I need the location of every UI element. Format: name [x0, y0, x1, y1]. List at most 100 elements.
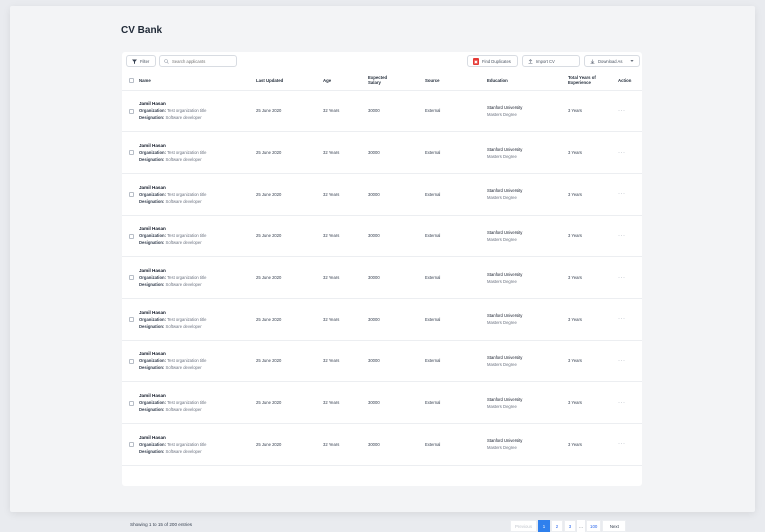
header-action: Action [618, 71, 642, 91]
cell-salary: 30000 [368, 423, 425, 466]
header-source[interactable]: Source [425, 71, 487, 91]
table-row[interactable]: Jamil Hasan Organization: Test organizati… [122, 340, 642, 383]
applicant-name[interactable]: Jamil Hasan [139, 184, 256, 191]
organization-line: Organization: Test organization title [139, 149, 256, 156]
table-row[interactable]: Jamil Hasan Organization: Test organizati… [122, 90, 642, 133]
more-horizontal-icon[interactable]: ··· [618, 150, 626, 156]
search-input[interactable] [172, 58, 232, 64]
row-checkbox[interactable] [129, 442, 134, 448]
organization-line: Organization: Test organization title [139, 399, 256, 406]
applicant-name[interactable]: Jamil Hasan [139, 350, 256, 357]
applicant-name[interactable]: Jamil Hasan [139, 392, 256, 399]
more-horizontal-icon[interactable]: ··· [618, 358, 626, 364]
applicant-name[interactable]: Jamil Hasan [139, 100, 256, 107]
cell-source: External [425, 381, 487, 424]
pagination-page-2[interactable]: 2 [551, 520, 563, 532]
table-row[interactable]: Jamil Hasan Organization: Test organizati… [122, 298, 642, 341]
pagination-previous[interactable]: Previous [510, 520, 537, 532]
cell-age: 32 Years [323, 423, 368, 466]
designation-value: Software developer [165, 448, 202, 454]
filter-icon [132, 59, 137, 64]
header-age[interactable]: Age [323, 71, 368, 91]
organization-line: Organization: Test organization title [139, 441, 256, 448]
header-last-updated[interactable]: Last Updated [256, 71, 323, 91]
education-school: Stanford University [487, 438, 523, 444]
pagination-page-last[interactable]: 100 [586, 520, 602, 532]
pagination-page-3[interactable]: 3 [564, 520, 576, 532]
designation-label: Designation: [139, 240, 165, 246]
header-expected-salary[interactable]: Expected Salary [368, 71, 425, 91]
cell-age: 32 Years [323, 340, 368, 383]
organization-label: Organization: [139, 233, 166, 239]
more-horizontal-icon[interactable]: ··· [618, 316, 626, 322]
cell-name: Jamil Hasan Organization: Test organizati… [139, 340, 256, 383]
row-checkbox[interactable] [129, 192, 134, 198]
applicant-name[interactable]: Jamil Hasan [139, 309, 256, 316]
cell-last-updated: 25 June 2020 [256, 340, 323, 383]
select-all-checkbox[interactable] [129, 77, 134, 83]
more-horizontal-icon[interactable]: ··· [618, 191, 626, 197]
designation-line: Designation: Software developer [139, 281, 256, 288]
cell-name: Jamil Hasan Organization: Test organizati… [139, 90, 256, 133]
cell-last-updated: 25 June 2020 [256, 381, 323, 424]
education-school: Stanford University [487, 354, 523, 360]
education-school: Stanford University [487, 104, 523, 110]
table-row[interactable]: Jamil Hasan Organization: Test organizati… [122, 215, 642, 258]
row-checkbox[interactable] [129, 400, 134, 406]
designation-label: Designation: [139, 157, 165, 163]
header-name[interactable]: Name [139, 71, 256, 91]
table-row[interactable]: Jamil Hasan Organization: Test organizati… [122, 423, 642, 466]
education-degree: Masters Degree [487, 445, 517, 451]
download-as-dropdown[interactable]: Download As [584, 55, 640, 67]
table-row[interactable]: Jamil Hasan Organization: Test organizati… [122, 173, 642, 216]
designation-value: Software developer [165, 365, 202, 371]
cell-name: Jamil Hasan Organization: Test organizati… [139, 173, 256, 216]
education-degree: Masters Degree [487, 236, 517, 242]
designation-value: Software developer [165, 157, 202, 163]
applicant-name[interactable]: Jamil Hasan [139, 267, 256, 274]
more-horizontal-icon[interactable]: ··· [618, 108, 626, 114]
row-checkbox[interactable] [129, 358, 134, 364]
table-row[interactable]: Jamil Hasan Organization: Test organizati… [122, 131, 642, 174]
filter-button[interactable]: Filter [126, 55, 156, 67]
more-horizontal-icon[interactable]: ··· [618, 233, 626, 239]
row-checkbox[interactable] [129, 317, 134, 323]
cell-salary: 30000 [368, 173, 425, 216]
row-checkbox[interactable] [129, 233, 134, 239]
search-icon [164, 58, 169, 64]
cell-last-updated: 25 June 2020 [256, 256, 323, 299]
organization-value: Test organization title [167, 358, 207, 364]
more-horizontal-icon[interactable]: ··· [618, 400, 626, 406]
toolbar: Filter ▣ Find Duplicates Import CV Downl… [122, 52, 642, 71]
designation-value: Software developer [165, 282, 202, 288]
cell-age: 32 Years [323, 298, 368, 341]
education-degree: Masters Degree [487, 111, 517, 117]
search-box[interactable] [159, 55, 237, 67]
cell-experience: 3 Years [568, 423, 618, 466]
header-experience[interactable]: Total Years of Experience [568, 71, 618, 91]
row-checkbox[interactable] [129, 275, 134, 281]
table-row[interactable]: Jamil Hasan Organization: Test organizati… [122, 381, 642, 424]
designation-line: Designation: Software developer [139, 239, 256, 246]
row-checkbox[interactable] [129, 150, 134, 156]
row-checkbox[interactable] [129, 108, 134, 114]
table-row[interactable]: Jamil Hasan Organization: Test organizati… [122, 256, 642, 299]
cell-experience: 3 Years [568, 381, 618, 424]
organization-value: Test organization title [167, 150, 207, 156]
education-school: Stanford University [487, 188, 523, 194]
header-education[interactable]: Education [487, 71, 568, 91]
find-duplicates-button[interactable]: ▣ Find Duplicates [467, 55, 518, 67]
cell-education: Stanford University Masters Degree [487, 90, 568, 133]
import-cv-button[interactable]: Import CV [522, 55, 580, 67]
cell-salary: 30000 [368, 298, 425, 341]
organization-line: Organization: Test organization title [139, 191, 256, 198]
more-horizontal-icon[interactable]: ··· [618, 441, 626, 447]
applicant-name[interactable]: Jamil Hasan [139, 225, 256, 232]
applicant-name[interactable]: Jamil Hasan [139, 434, 256, 441]
applicant-name[interactable]: Jamil Hasan [139, 142, 256, 149]
cell-name: Jamil Hasan Organization: Test organizati… [139, 256, 256, 299]
cell-salary: 30000 [368, 215, 425, 258]
pagination-next[interactable]: Next [602, 520, 627, 532]
more-horizontal-icon[interactable]: ··· [618, 275, 626, 281]
pagination-page-1[interactable]: 1 [538, 520, 550, 532]
